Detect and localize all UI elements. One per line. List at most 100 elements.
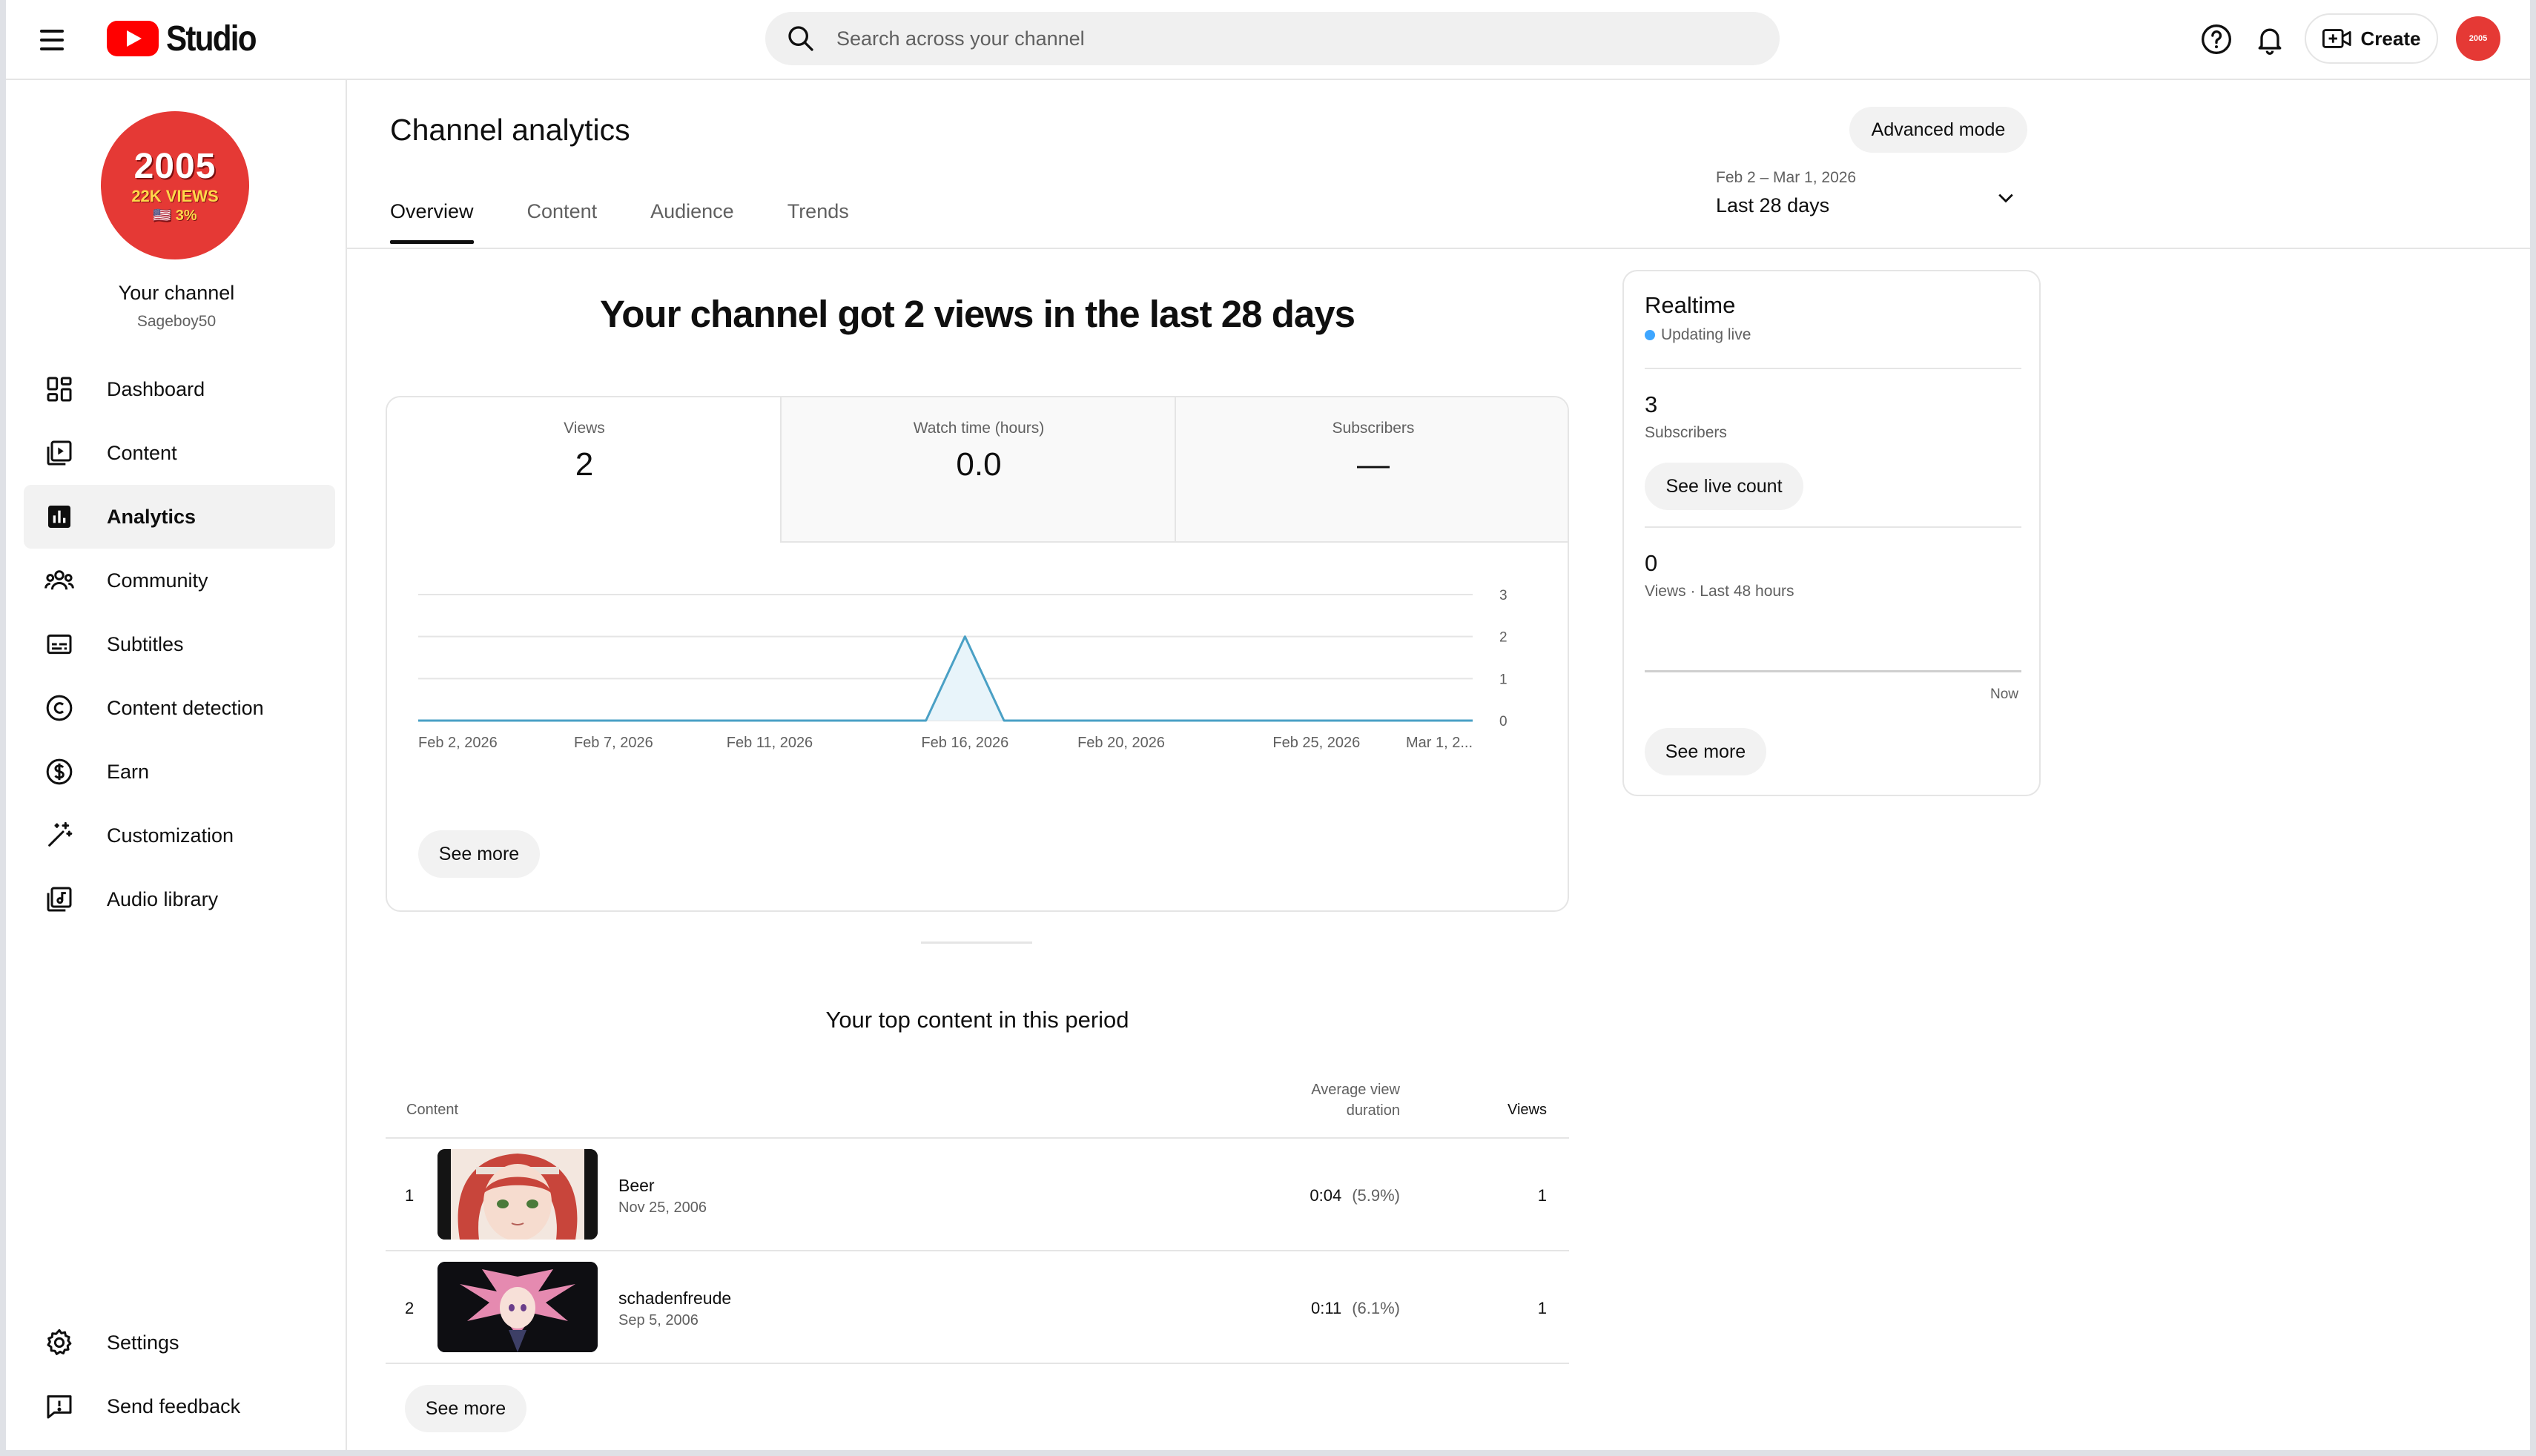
search-input[interactable]: Search across your channel xyxy=(836,27,1085,50)
notifications-bell-icon[interactable] xyxy=(2251,21,2288,58)
realtime-status: Updating live xyxy=(1645,326,1751,344)
realtime-title: Realtime xyxy=(1645,292,1736,318)
sidebar-item-earn[interactable]: Earn xyxy=(24,740,335,804)
col-header-views[interactable]: Views xyxy=(1489,1102,1547,1119)
row-views: 1 xyxy=(1537,1299,1547,1317)
avg-view-duration: 0:11 (6.1%) xyxy=(1311,1299,1400,1318)
subtitles-icon xyxy=(42,626,77,662)
overview-chart-card: Views 2 Watch time (hours) 0.0 Subscribe… xyxy=(386,396,1569,912)
see-live-count-button[interactable]: See live count xyxy=(1645,463,1803,510)
x-tick-label: Feb 25, 2026 xyxy=(1272,735,1360,751)
realtime-divider xyxy=(1645,526,2021,528)
row-rank: 2 xyxy=(405,1299,415,1317)
gear-icon xyxy=(42,1325,77,1360)
avg-view-duration: 0:04 (5.9%) xyxy=(1310,1186,1400,1205)
sidebar-item-send-feedback[interactable]: Send feedback xyxy=(24,1374,335,1438)
advanced-mode-button[interactable]: Advanced mode xyxy=(1849,107,2027,153)
date-range-dates: Feb 2 – Mar 1, 2026 xyxy=(1716,169,1857,186)
analytics-icon xyxy=(42,499,77,535)
avd-percent: (6.1%) xyxy=(1352,1299,1400,1317)
avatar-line1: 2005 xyxy=(133,147,217,186)
date-range-picker[interactable]: Feb 2 – Mar 1, 2026 Last 28 days xyxy=(1716,169,2027,224)
tab-trends[interactable]: Trends xyxy=(787,200,849,242)
avd-time: 0:11 xyxy=(1311,1299,1342,1317)
realtime-mini-chart-baseline xyxy=(1645,670,2021,672)
metric-label: Watch time (hours) xyxy=(913,420,1045,437)
row-divider xyxy=(386,1363,1569,1364)
realtime-see-more-button[interactable]: See more xyxy=(1645,728,1766,775)
metric-views[interactable]: Views 2 xyxy=(387,397,782,543)
top-content-title: Your top content in this period xyxy=(825,1007,1129,1033)
x-tick-label: Feb 7, 2026 xyxy=(574,735,653,751)
live-dot-icon xyxy=(1645,330,1655,340)
avd-percent: (5.9%) xyxy=(1352,1186,1400,1205)
sidebar-item-label: Content xyxy=(107,441,177,464)
search-bar[interactable]: Search across your channel xyxy=(765,12,1780,65)
video-thumbnail[interactable] xyxy=(437,1262,598,1352)
sidebar-item-analytics[interactable]: Analytics xyxy=(24,485,335,549)
sidebar-item-label: Community xyxy=(107,569,208,592)
analytics-tabs: Overview Content Audience Trends xyxy=(390,200,902,244)
community-icon xyxy=(42,563,77,598)
video-thumbnail[interactable] xyxy=(437,1149,598,1240)
video-title[interactable]: schadenfreude xyxy=(618,1288,731,1308)
channel-title: Your channel xyxy=(118,282,235,304)
realtime-views-label: Views · Last 48 hours xyxy=(1645,583,1794,600)
date-range-label: Last 28 days xyxy=(1716,194,1830,216)
help-icon[interactable] xyxy=(2198,21,2235,58)
video-date: Nov 25, 2006 xyxy=(618,1199,707,1216)
channel-avatar[interactable]: 2005 22K VIEWS 🇺🇸 3% xyxy=(101,111,249,259)
table-row[interactable]: 1 Beer Nov 25, 2006 0:04 (5.9%) 1 xyxy=(386,1139,1569,1250)
video-title[interactable]: Beer xyxy=(618,1176,655,1196)
sidebar-item-subtitles[interactable]: Subtitles xyxy=(24,612,335,676)
tabs-divider xyxy=(347,248,2530,249)
row-rank: 1 xyxy=(405,1186,415,1205)
summary-headline: Your channel got 2 views in the last 28 … xyxy=(600,293,1355,335)
sidebar-item-label: Content detection xyxy=(107,696,264,719)
avatar-line2: 22K VIEWS xyxy=(131,187,219,205)
top-content-see-more-button[interactable]: See more xyxy=(405,1385,526,1432)
menu-icon[interactable] xyxy=(40,25,70,55)
tab-overview[interactable]: Overview xyxy=(390,200,474,244)
metric-label: Views xyxy=(564,420,605,437)
y-tick-label: 2 xyxy=(1499,630,1508,646)
col-header-content: Content xyxy=(406,1102,459,1118)
sidebar-item-audio-library[interactable]: Audio library xyxy=(24,867,335,931)
metric-value: — xyxy=(1357,446,1390,483)
studio-logo[interactable]: Studio xyxy=(107,18,268,59)
metric-subscribers[interactable]: Subscribers — xyxy=(1176,397,1568,543)
youtube-play-icon xyxy=(107,21,159,56)
sidebar-item-dashboard[interactable]: Dashboard xyxy=(24,357,335,421)
x-tick-label: Feb 16, 2026 xyxy=(921,735,1008,751)
realtime-now-label: Now xyxy=(1989,686,2018,702)
chevron-down-icon xyxy=(1995,187,2017,213)
logo-text: Studio xyxy=(166,19,257,59)
dashboard-icon xyxy=(42,371,77,407)
x-tick-label: Feb 11, 2026 xyxy=(727,735,813,751)
feedback-icon xyxy=(42,1389,77,1424)
sidebar-item-content-detection[interactable]: Content detection xyxy=(24,676,335,740)
sidebar-item-settings[interactable]: Settings xyxy=(24,1311,335,1374)
account-avatar[interactable]: 2005 xyxy=(2456,16,2500,61)
sidebar: 2005 22K VIEWS 🇺🇸 3% Your channel Sagebo… xyxy=(6,80,347,1450)
create-button[interactable]: Create xyxy=(2305,13,2438,64)
sidebar-item-label: Earn xyxy=(107,760,150,783)
metric-value: 0.0 xyxy=(956,446,1002,483)
x-tick-label: Feb 2, 2026 xyxy=(418,735,498,751)
metric-watch-time[interactable]: Watch time (hours) 0.0 xyxy=(782,397,1176,543)
chart-see-more-button[interactable]: See more xyxy=(418,830,540,878)
sidebar-item-content[interactable]: Content xyxy=(24,421,335,485)
sidebar-item-customization[interactable]: Customization xyxy=(24,804,335,867)
magic-wand-icon xyxy=(42,818,77,853)
create-label: Create xyxy=(2360,27,2421,50)
video-date: Sep 5, 2006 xyxy=(618,1312,699,1328)
realtime-subs-value: 3 xyxy=(1645,391,1658,417)
table-row[interactable]: 2 schadenfreude Sep 5, 2006 0:11 (6.1%) 1 xyxy=(386,1251,1569,1363)
tab-content[interactable]: Content xyxy=(527,200,598,242)
sidebar-item-community[interactable]: Community xyxy=(24,549,335,612)
search-icon[interactable] xyxy=(765,24,836,53)
tab-audience[interactable]: Audience xyxy=(650,200,734,242)
app-window: Studio Search across your channel Create… xyxy=(6,0,2530,1450)
realtime-card: Realtime Updating live 3 Subscribers See… xyxy=(1622,270,2041,796)
views-line-chart[interactable]: 0 1 2 3 Feb 2, 2026 Feb 7, 2026 Feb 11, 2026 Fe… xyxy=(387,543,1569,795)
